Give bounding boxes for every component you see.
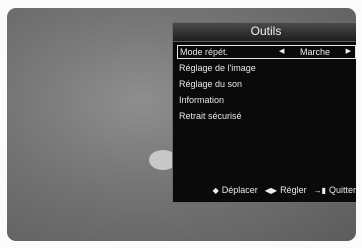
adjust-hint: ◀▶ Régler xyxy=(265,185,307,195)
menu-footer: ◆ Déplacer ◀▶ Régler →▮ Quitter xyxy=(173,183,356,197)
repeat-mode-value: Marche xyxy=(299,47,330,57)
adjust-label: Régler xyxy=(280,185,307,195)
move-label: Déplacer xyxy=(221,185,258,195)
left-arrow-icon[interactable]: ◀ xyxy=(279,46,284,58)
exit-hint[interactable]: →▮ Quitter xyxy=(314,185,356,195)
menu-item-repeat-mode[interactable]: Mode répét. ◀ Marche ▶ xyxy=(177,45,356,59)
exit-icon: →▮ xyxy=(313,185,326,195)
up-down-arrows-icon: ◆ xyxy=(212,185,219,195)
exit-label: Quitter xyxy=(328,185,356,195)
menu-item-label: Information xyxy=(179,95,225,105)
right-arrow-icon[interactable]: ▶ xyxy=(346,46,351,58)
tools-menu: Outils Mode répét. ◀ Marche ▶ Réglage de… xyxy=(172,22,356,203)
menu-item-information[interactable]: Information xyxy=(177,93,356,108)
menu-item-label: Réglage de l'image xyxy=(179,63,256,73)
menu-item-safe-removal[interactable]: Retrait sécurisé xyxy=(177,109,356,124)
menu-title: Outils xyxy=(173,23,356,42)
tv-screen: Outils Mode répét. ◀ Marche ▶ Réglage de… xyxy=(7,8,356,241)
left-right-arrows-icon: ◀▶ xyxy=(264,185,278,195)
menu-item-label: Mode répét. xyxy=(180,47,229,57)
menu-item-sound-settings[interactable]: Réglage du son xyxy=(177,77,356,92)
menu-item-label: Réglage du son xyxy=(179,79,243,89)
menu-item-picture-settings[interactable]: Réglage de l'image xyxy=(177,61,356,76)
move-hint: ◆ Déplacer xyxy=(213,185,258,195)
menu-item-label: Retrait sécurisé xyxy=(179,111,242,121)
